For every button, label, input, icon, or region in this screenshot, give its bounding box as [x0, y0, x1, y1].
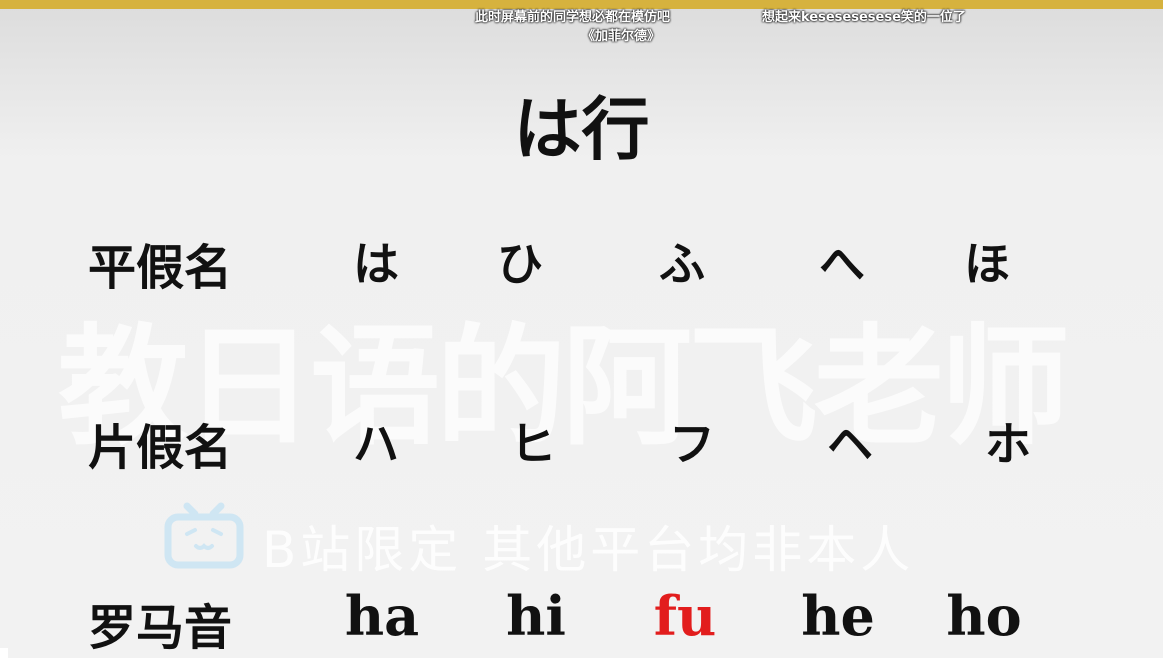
danmaku-comment: 此时屏幕前的同学想必都在模仿吧 — [475, 10, 671, 25]
kana-cell: ふ — [659, 237, 705, 291]
kana-cell: ハ — [353, 417, 399, 471]
kana-cell: ヘ — [827, 417, 873, 471]
row-label-romaji: 罗马音 — [88, 600, 233, 656]
bilibili-tv-icon — [164, 502, 244, 569]
kana-cell: ひ — [497, 237, 543, 291]
corner-mark — [0, 648, 8, 658]
row-label-hiragana: 平假名 — [88, 240, 233, 296]
kana-cell: ヒ — [510, 417, 556, 471]
danmaku-comment: 《加菲尔德》 — [582, 29, 661, 44]
kana-cell: ほ — [964, 237, 1010, 291]
romaji-cell: ho — [946, 584, 1022, 648]
platform-notice: B站限定 其他平台均非本人 — [262, 521, 915, 579]
kana-cell: ホ — [985, 417, 1031, 471]
kana-cell: は — [353, 237, 399, 291]
romaji-cell-highlighted: fu — [653, 584, 717, 648]
page-title: は行 — [513, 90, 650, 170]
romaji-cell: hi — [506, 584, 566, 648]
romaji-cell: ha — [344, 584, 420, 648]
row-label-katakana: 片假名 — [88, 420, 233, 476]
romaji-cell: he — [801, 584, 875, 648]
kana-cell: フ — [669, 417, 715, 471]
kana-cell: へ — [819, 237, 865, 291]
danmaku-comment: 想起来kesesesesese笑的一位了 — [762, 10, 966, 25]
